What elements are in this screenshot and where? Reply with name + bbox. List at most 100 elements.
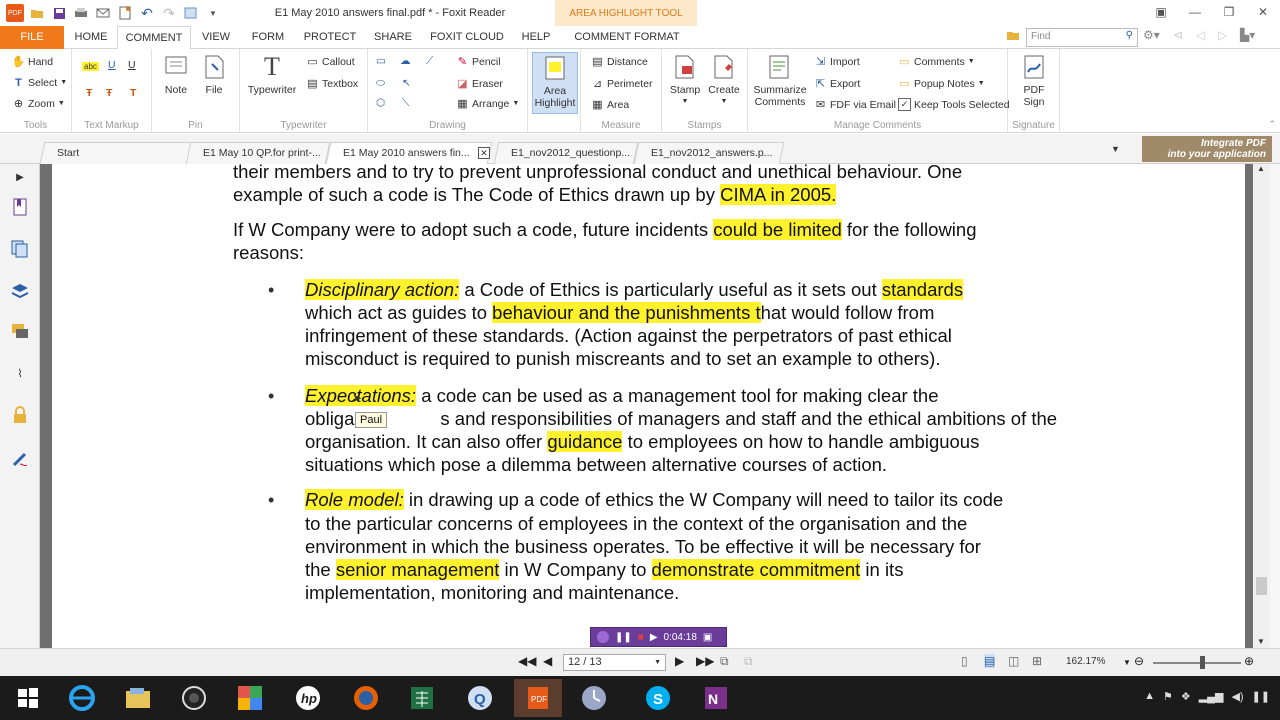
minimize-icon[interactable]: — [1178, 0, 1212, 24]
highlighted-text[interactable]: Disciplinary action: [305, 279, 460, 300]
foxit-reader-taskbar-icon[interactable]: PDF [514, 679, 562, 717]
integrate-pdf-banner[interactable]: Integrate PDF into your application [1142, 136, 1272, 162]
perimeter-button[interactable]: ⊿ Perimeter [591, 77, 653, 91]
single-page-icon[interactable]: ▯ [961, 654, 968, 668]
arrange-button[interactable]: ▦ Arrange ▼ [456, 97, 519, 111]
file-attach-button[interactable]: File [198, 52, 230, 96]
security-lock-icon[interactable] [9, 404, 31, 426]
bookmarks-icon[interactable] [9, 196, 31, 218]
highlighted-text[interactable]: guidance [547, 431, 623, 452]
keep-tools-selected-checkbox[interactable]: ✓ Keep Tools Selected [898, 98, 1010, 111]
highlight-text-icon[interactable]: abc [82, 62, 99, 71]
page-number-input[interactable]: 12 / 13 ▼ [563, 654, 666, 671]
layers-icon[interactable] [9, 280, 31, 302]
pause-icon[interactable]: ❚❚ [615, 632, 632, 643]
file-explorer-icon[interactable] [114, 679, 162, 717]
tile-icon[interactable]: ▣ [1144, 0, 1178, 24]
eraser-button[interactable]: ◪ Eraser [456, 77, 503, 91]
highlighted-text[interactable]: senior management [335, 559, 500, 580]
zoom-in-icon[interactable]: ⊕ [1244, 654, 1254, 668]
highlighted-text[interactable]: could be limited [713, 219, 842, 240]
tab-share[interactable]: SHARE [369, 26, 417, 49]
zoom-out-icon[interactable]: ⊖ [1134, 654, 1144, 668]
fdf-email-button[interactable]: ✉ FDF via Email [814, 98, 896, 112]
expand-panel-icon[interactable]: ▶ [9, 166, 31, 188]
zoom-dropdown-icon[interactable]: ▼ [1123, 658, 1131, 667]
strikeout-icon[interactable]: Ŧ [86, 87, 92, 99]
back-icon[interactable]: ◁ [1196, 28, 1205, 42]
vertical-scrollbar[interactable]: ▲ ▼ [1253, 164, 1270, 648]
export-button[interactable]: ⇱ Export [814, 77, 860, 91]
next-view-icon[interactable]: ⧉ [744, 654, 753, 669]
doc-tab-start[interactable]: Start [39, 142, 195, 164]
close-tab-icon[interactable]: ✕ [478, 147, 490, 159]
play-icon[interactable]: ▶ [650, 632, 658, 643]
continuous-facing-icon[interactable]: ⊞ [1032, 654, 1042, 668]
tab-home[interactable]: HOME [68, 26, 114, 49]
search-icon[interactable]: ⚲ [1126, 30, 1133, 41]
camera-app-icon[interactable] [170, 679, 218, 717]
user-menu-icon[interactable]: ▙▾ [1240, 28, 1255, 42]
volume-icon[interactable]: ◀) [1231, 690, 1243, 703]
scroll-up-icon[interactable]: ▲ [1257, 164, 1265, 173]
tab-list-dropdown-icon[interactable]: ▼ [1111, 144, 1120, 154]
underline-icon[interactable]: U [128, 59, 136, 71]
colorful-app-icon[interactable] [226, 679, 274, 717]
rectangle-icon[interactable]: ▭ [376, 55, 386, 67]
close-icon[interactable]: ✕ [1246, 0, 1280, 24]
typewriter-button[interactable]: T Typewriter [246, 52, 298, 97]
highlighted-text[interactable]: standards [881, 279, 964, 300]
zoom-level[interactable]: 162.17% [1066, 656, 1105, 667]
attachments-icon[interactable]: ⌇ [9, 362, 31, 384]
tab-form[interactable]: FORM [246, 26, 290, 49]
tab-foxit-cloud[interactable]: FOXIT CLOUD [425, 26, 509, 49]
note-button[interactable]: Note [160, 52, 192, 96]
restore-icon[interactable]: ❐ [1212, 0, 1246, 24]
scrollbar-thumb[interactable] [1256, 577, 1267, 595]
action-center-flag-icon[interactable]: ⚑ [1163, 690, 1173, 703]
summarize-comments-button[interactable]: Summarize Comments [752, 52, 808, 108]
comments-panel-icon[interactable] [9, 320, 31, 342]
internet-explorer-icon[interactable] [58, 679, 106, 717]
pencil-button[interactable]: ✎ Pencil [456, 55, 501, 69]
cloud-icon[interactable]: ☁ [400, 55, 411, 67]
arrow-icon[interactable]: ↖ [402, 77, 411, 89]
highlighted-text[interactable]: demonstrate commitment [651, 559, 861, 580]
textbox-button[interactable]: ▤ Textbox [306, 77, 358, 91]
oval-icon[interactable]: ⬭ [376, 77, 385, 90]
tab-view[interactable]: VIEW [195, 26, 237, 49]
previous-view-icon[interactable]: ⧉ [720, 654, 729, 669]
settings-gear-icon[interactable]: ⚙▾ [1143, 28, 1160, 42]
tab-comment[interactable]: COMMENT [117, 26, 191, 50]
forward-icon[interactable]: ▷ [1218, 28, 1227, 42]
squiggly-icon[interactable]: U [108, 59, 116, 71]
insert-text-icon[interactable]: T [130, 87, 136, 99]
pages-icon[interactable] [9, 238, 31, 260]
zoom-slider-handle[interactable] [1200, 656, 1205, 669]
highlighted-text[interactable]: behaviour and the punishments t [492, 302, 761, 323]
highlighted-text[interactable]: Role model: [305, 489, 404, 510]
stop-icon[interactable]: ■ [638, 632, 644, 643]
first-page-icon[interactable]: ◀◀ [518, 654, 536, 668]
facing-page-icon[interactable]: ◫ [1008, 654, 1019, 668]
find-folder-icon[interactable] [1006, 28, 1020, 45]
tray-expand-icon[interactable]: ▲ [1144, 690, 1155, 703]
recorder-menu-icon[interactable]: ▣ [703, 632, 712, 643]
polygon-icon[interactable]: ⬡ [376, 97, 385, 109]
continuous-page-icon[interactable]: ▤ [984, 654, 996, 668]
area-highlight-button[interactable]: Area Highlight [532, 52, 578, 114]
hand-tool-button[interactable]: ✋ Hand [12, 55, 53, 69]
comments-button[interactable]: ▭ Comments ▼ [898, 55, 974, 69]
create-stamp-button[interactable]: Create ▼ [706, 52, 742, 108]
stamp-button[interactable]: Stamp ▼ [668, 52, 702, 108]
clock-app-icon[interactable] [570, 679, 618, 717]
popup-notes-button[interactable]: ▭ Popup Notes ▼ [898, 77, 984, 91]
distance-button[interactable]: ▤ Distance [591, 55, 648, 69]
tab-comment-format[interactable]: COMMENT FORMAT [568, 26, 686, 49]
pause-media-icon[interactable]: ❚❚ [1252, 690, 1270, 703]
tab-help[interactable]: HELP [516, 26, 556, 49]
tab-file[interactable]: FILE [0, 26, 64, 49]
search-input[interactable]: Find ⚲ [1026, 28, 1138, 47]
pdf-sign-button[interactable]: PDF Sign [1014, 52, 1054, 108]
excel-icon[interactable] [398, 679, 446, 717]
